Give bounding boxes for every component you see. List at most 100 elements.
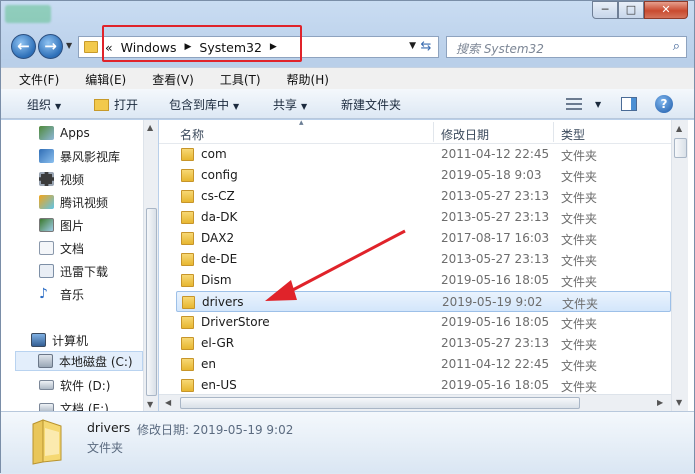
navpane-scroll-thumb[interactable] bbox=[146, 208, 157, 396]
scroll-up-icon[interactable]: ▲ bbox=[676, 124, 682, 133]
menu-tools[interactable]: 工具(T) bbox=[202, 68, 269, 89]
column-divider[interactable] bbox=[433, 122, 434, 142]
maximize-button[interactable]: □ bbox=[618, 1, 644, 19]
table-row[interactable]: cs-CZ 2013-05-27 23:13 文件夹 bbox=[176, 186, 671, 207]
navpane-scrollbar[interactable]: ▲ ▼ bbox=[143, 120, 158, 411]
row-type: 文件夹 bbox=[561, 149, 598, 163]
tencent-video-icon bbox=[39, 195, 54, 209]
column-name[interactable]: 名称 bbox=[180, 126, 204, 143]
include-in-library-button[interactable]: 包含到库中 ▼ bbox=[169, 96, 239, 113]
nav-item-apps[interactable]: Apps bbox=[39, 123, 90, 143]
pictures-icon bbox=[39, 218, 54, 232]
table-row[interactable]: en 2011-04-12 22:45 文件夹 bbox=[176, 354, 671, 375]
column-divider[interactable] bbox=[553, 122, 554, 142]
address-dropdown-icon[interactable]: ▼ bbox=[409, 41, 416, 51]
help-icon[interactable]: ? bbox=[655, 95, 673, 113]
nav-label: 暴风影视库 bbox=[60, 149, 121, 164]
menu-help[interactable]: 帮助(H) bbox=[269, 68, 337, 89]
sort-ascending-icon: ▴ bbox=[299, 118, 304, 128]
row-name: da-DK bbox=[201, 210, 238, 224]
row-type: 文件夹 bbox=[561, 233, 598, 247]
row-name: de-DE bbox=[201, 252, 238, 266]
chevron-down-icon: ▼ bbox=[595, 100, 602, 109]
xunlei-download-icon bbox=[39, 264, 54, 278]
share-button[interactable]: 共享 ▼ bbox=[273, 96, 307, 113]
row-date: 2013-05-27 23:13 bbox=[441, 252, 550, 266]
search-input[interactable]: 搜索 System32 ⌕ bbox=[446, 36, 687, 58]
menu-file[interactable]: 文件(F) bbox=[1, 68, 67, 89]
nav-label: 文档 bbox=[60, 241, 85, 256]
table-row[interactable]: config 2019-05-18 9:03 文件夹 bbox=[176, 165, 671, 186]
preview-pane-icon[interactable] bbox=[621, 97, 637, 111]
folder-icon bbox=[181, 274, 194, 287]
nav-item-drive-d[interactable]: 软件 (D:) bbox=[39, 375, 110, 395]
back-button[interactable]: ← bbox=[11, 34, 36, 59]
drive-icon bbox=[39, 380, 54, 390]
scroll-left-icon[interactable]: ◀ bbox=[165, 398, 171, 407]
scroll-up-icon[interactable]: ▲ bbox=[147, 123, 153, 132]
details-modified-date: 修改日期: 2019-05-19 9:02 bbox=[137, 423, 294, 437]
column-type[interactable]: 类型 bbox=[561, 126, 585, 143]
horizontal-scroll-thumb[interactable] bbox=[180, 397, 580, 409]
column-headers: ▴ 名称 修改日期 类型 bbox=[159, 118, 671, 144]
nav-item-tencent-video[interactable]: 腾讯视频 bbox=[39, 192, 108, 212]
column-date[interactable]: 修改日期 bbox=[441, 126, 489, 143]
details-pane: drivers 修改日期: 2019-05-19 9:02 文件夹 bbox=[1, 411, 694, 473]
forward-button[interactable]: → bbox=[38, 34, 63, 59]
minimize-button[interactable]: ─ bbox=[592, 1, 618, 19]
row-date: 2019-05-19 9:02 bbox=[442, 295, 543, 309]
table-row[interactable]: DAX2 2017-08-17 16:03 文件夹 bbox=[176, 228, 671, 249]
row-date: 2019-05-16 18:05 bbox=[441, 315, 550, 329]
table-row[interactable]: da-DK 2013-05-27 23:13 文件夹 bbox=[176, 207, 671, 228]
view-options-dropdown[interactable]: ▼ bbox=[591, 96, 601, 110]
menu-edit[interactable]: 编辑(E) bbox=[67, 68, 134, 89]
row-name: en-US bbox=[201, 378, 237, 392]
table-row[interactable]: Dism 2019-05-16 18:05 文件夹 bbox=[176, 270, 671, 291]
scroll-down-icon[interactable]: ▼ bbox=[147, 400, 153, 409]
change-view-icon[interactable] bbox=[566, 98, 582, 110]
recent-pages-dropdown[interactable]: ▼ bbox=[66, 41, 72, 50]
nav-item-documents[interactable]: 文档 bbox=[39, 238, 84, 258]
table-row[interactable]: drivers 2019-05-19 9:02 文件夹 bbox=[176, 291, 671, 312]
table-row[interactable]: en-US 2019-05-16 18:05 文件夹 bbox=[176, 375, 671, 396]
row-date: 2013-05-27 23:13 bbox=[441, 336, 550, 350]
menu-view[interactable]: 查看(V) bbox=[134, 68, 202, 89]
row-name: com bbox=[201, 147, 227, 161]
folder-icon bbox=[181, 358, 194, 371]
organize-button[interactable]: 组织 ▼ bbox=[27, 96, 61, 113]
video-icon bbox=[39, 172, 54, 186]
nav-item-media-library[interactable]: 暴风影视库 bbox=[39, 146, 120, 166]
nav-item-pictures[interactable]: 图片 bbox=[39, 215, 84, 235]
table-row[interactable]: com 2011-04-12 22:45 文件夹 bbox=[176, 144, 671, 165]
nav-label: Apps bbox=[60, 126, 90, 140]
folder-icon bbox=[84, 41, 98, 53]
open-button[interactable]: 打开 bbox=[94, 96, 138, 113]
table-row[interactable]: de-DE 2013-05-27 23:13 文件夹 bbox=[176, 249, 671, 270]
nav-item-music[interactable]: ♪ 音乐 bbox=[39, 284, 84, 304]
table-row[interactable]: el-GR 2013-05-27 23:13 文件夹 bbox=[176, 333, 671, 354]
row-date: 2011-04-12 22:45 bbox=[441, 357, 550, 371]
horizontal-scrollbar[interactable]: ◀ ▶ bbox=[159, 394, 671, 411]
local-disk-icon bbox=[38, 354, 53, 368]
new-folder-button[interactable]: 新建文件夹 bbox=[341, 96, 401, 113]
nav-item-xunlei[interactable]: 迅雷下载 bbox=[39, 261, 108, 281]
folder-icon bbox=[181, 148, 194, 161]
scroll-right-icon[interactable]: ▶ bbox=[657, 398, 663, 407]
nav-item-videos[interactable]: 视频 bbox=[39, 169, 84, 189]
search-icon[interactable]: ⌕ bbox=[673, 39, 680, 54]
scroll-down-icon[interactable]: ▼ bbox=[676, 398, 682, 407]
computer-icon bbox=[31, 333, 46, 347]
vertical-scroll-thumb[interactable] bbox=[674, 138, 687, 158]
nav-item-drive-c[interactable]: 本地磁盘 (C:) bbox=[15, 351, 143, 371]
chevron-down-icon: ▼ bbox=[301, 102, 308, 111]
row-name: Dism bbox=[201, 273, 232, 287]
row-name: DriverStore bbox=[201, 315, 270, 329]
row-type: 文件夹 bbox=[561, 338, 598, 352]
refresh-icon[interactable]: ⇆ bbox=[416, 39, 436, 57]
table-row[interactable]: DriverStore 2019-05-16 18:05 文件夹 bbox=[176, 312, 671, 333]
nav-item-computer[interactable]: 计算机 bbox=[31, 330, 88, 350]
folder-icon bbox=[181, 169, 194, 182]
close-button[interactable]: ✕ bbox=[644, 1, 688, 19]
row-type: 文件夹 bbox=[561, 212, 598, 226]
vertical-scrollbar[interactable]: ▲ ▼ bbox=[671, 120, 688, 411]
